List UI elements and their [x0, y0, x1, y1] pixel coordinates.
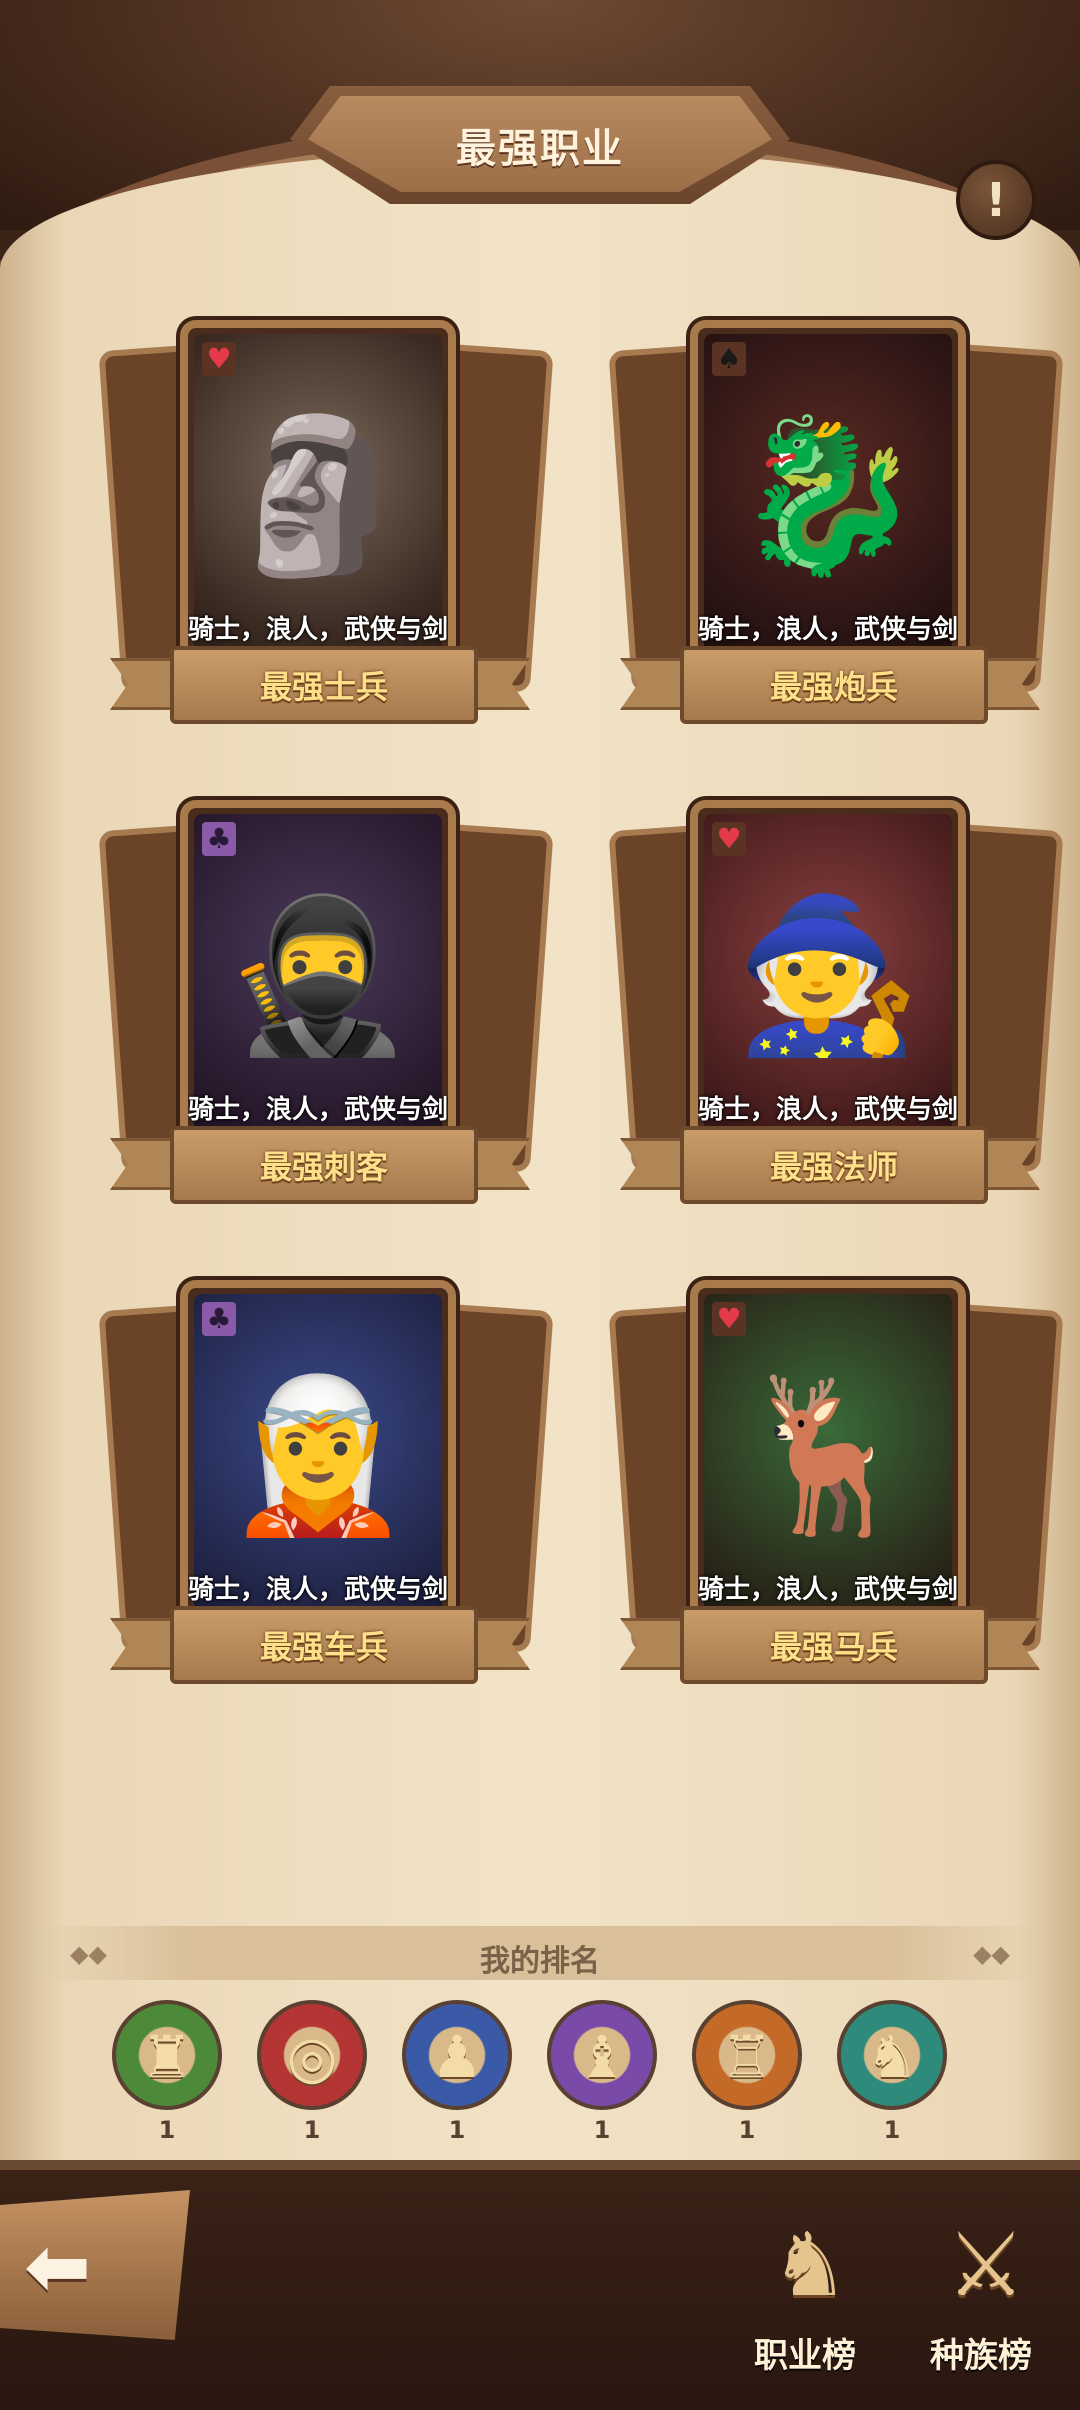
rank-badge: ♖ [692, 2000, 802, 2110]
rank-number: 1 [738, 2116, 756, 2144]
tab-class-ranking[interactable]: ♞ 职业榜 [730, 2210, 880, 2380]
horse-head-icon: ♞ [770, 2213, 850, 2316]
rank-item[interactable]: ♟ 1 [402, 2000, 518, 2144]
suit-icon: ♥ [712, 822, 746, 856]
card-ribbon: 最强士兵 [110, 640, 530, 724]
rank-number: 1 [158, 2116, 176, 2144]
hero-figure: 🧙 [734, 889, 922, 1064]
card-face: 🧙 ♥ 骑士，浪人，武侠与剑客 [690, 800, 966, 1166]
title-plate: 最强职业 [290, 86, 790, 204]
suit-icon: ♣ [202, 822, 236, 856]
card-face: 🦌 ♥ 骑士，浪人，武侠与剑客 [690, 1280, 966, 1646]
card-ribbon: 最强车兵 [110, 1600, 530, 1684]
chariot-piece-icon: ♖ [721, 2023, 773, 2092]
card-face: 🧝 ♣ 骑士，浪人，武侠与剑客 [180, 1280, 456, 1646]
my-ranking-title: 我的排名 [480, 1944, 600, 1979]
rank-badge: ♝ [547, 2000, 657, 2110]
rank-item[interactable]: ♜ 1 [112, 2000, 228, 2144]
suit-icon: ♥ [712, 1302, 746, 1336]
back-button[interactable]: ⬅ [0, 2190, 190, 2340]
class-card-5[interactable]: 🧝 ♣ 骑士，浪人，武侠与剑客 最强车兵 [98, 1280, 554, 1700]
rank-badge: ♟ [402, 2000, 512, 2110]
tab-label: 种族榜 [930, 2336, 1032, 2376]
card-ribbon: 最强法师 [620, 1120, 1040, 1204]
hero-figure: 🧝 [224, 1369, 412, 1544]
class-card-1[interactable]: 🗿 ♥ 骑士，浪人，武侠与剑客 最强士兵 [98, 320, 554, 740]
rank-badge: ♞ [837, 2000, 947, 2110]
mage-piece-icon: ♝ [576, 2023, 628, 2092]
card-label: 最强法师 [769, 1148, 898, 1186]
card-ribbon: 最强炮兵 [620, 640, 1040, 724]
ornament-right-icon: ◆◆ [973, 1940, 1010, 1968]
class-card-3[interactable]: 🥷 ♣ 骑士，浪人，武侠与剑客 最强刺客 [98, 800, 554, 1220]
hero-figure: 🦌 [734, 1369, 922, 1544]
rank-number: 1 [303, 2116, 321, 2144]
suit-icon: ♥ [202, 342, 236, 376]
assassin-piece-icon: ♟ [431, 2023, 483, 2092]
card-ribbon: 最强刺客 [110, 1120, 530, 1204]
suit-icon: ♣ [202, 1302, 236, 1336]
card-label: 最强炮兵 [769, 668, 898, 706]
page-title: 最强职业 [456, 126, 624, 172]
hero-figure: 🗿 [224, 409, 412, 584]
rank-badge: ♜ [112, 2000, 222, 2110]
card-label: 最强刺客 [259, 1148, 388, 1186]
card-ribbon: 最强马兵 [620, 1600, 1040, 1684]
info-button[interactable]: ! [956, 160, 1036, 240]
card-label: 最强车兵 [259, 1628, 388, 1666]
card-face: 🐉 ♠ 骑士，浪人，武侠与剑客 [690, 320, 966, 686]
crossed-swords-helmet-icon: ⚔ [946, 2213, 1026, 2316]
cannon-piece-icon: ◎ [286, 2023, 338, 2092]
rank-number: 1 [883, 2116, 901, 2144]
hero-figure: 🥷 [224, 889, 412, 1064]
card-face: 🥷 ♣ 骑士，浪人，武侠与剑客 [180, 800, 456, 1166]
card-label: 最强马兵 [769, 1628, 898, 1666]
hero-figure: 🐉 [734, 409, 922, 584]
knight-piece-icon: ♜ [141, 2023, 193, 2092]
rank-item[interactable]: ♞ 1 [837, 2000, 953, 2144]
class-card-2[interactable]: 🐉 ♠ 骑士，浪人，武侠与剑客 最强炮兵 [608, 320, 1064, 740]
horse-piece-icon: ♞ [866, 2023, 918, 2092]
my-ranking-bar: ◆◆ 我的排名 ◆◆ [40, 1926, 1040, 1980]
rank-item[interactable]: ♝ 1 [547, 2000, 663, 2144]
tab-label: 职业榜 [754, 2336, 856, 2376]
rank-item[interactable]: ◎ 1 [257, 2000, 373, 2144]
card-label: 最强士兵 [259, 668, 388, 706]
class-card-6[interactable]: 🦌 ♥ 骑士，浪人，武侠与剑客 最强马兵 [608, 1280, 1064, 1700]
exclamation-icon: ! [985, 173, 1007, 227]
rank-item[interactable]: ♖ 1 [692, 2000, 808, 2144]
card-face: 🗿 ♥ 骑士，浪人，武侠与剑客 [180, 320, 456, 686]
suit-icon: ♠ [712, 342, 746, 376]
class-card-4[interactable]: 🧙 ♥ 骑士，浪人，武侠与剑客 最强法师 [608, 800, 1064, 1220]
rank-number: 1 [593, 2116, 611, 2144]
back-arrow-icon: ⬅ [24, 2220, 92, 2313]
rank-badge: ◎ [257, 2000, 367, 2110]
tab-race-ranking[interactable]: ⚔ 种族榜 [906, 2210, 1056, 2380]
rank-number: 1 [448, 2116, 466, 2144]
